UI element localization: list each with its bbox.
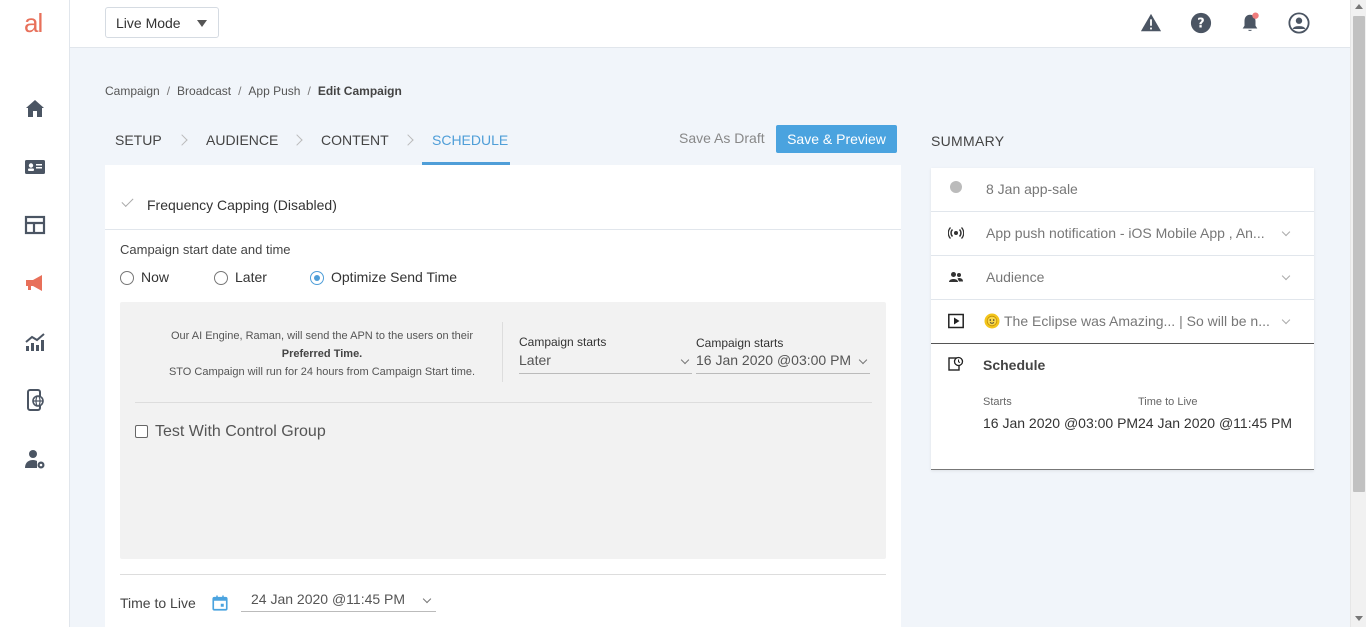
control-group-checkbox[interactable] (135, 425, 148, 438)
sto-line-1: Our AI Engine, Raman, will send the APN … (170, 330, 474, 342)
people-icon (949, 272, 963, 282)
summary-ttl-label: Time to Live (1138, 396, 1198, 408)
sidebar: al (0, 0, 70, 627)
summary-campaign-name: 8 Jan app-sale (986, 181, 1078, 197)
chevron-down-icon (422, 594, 432, 604)
summary-title: SUMMARY (931, 133, 1005, 149)
schedule-card: Frequency Capping (Disabled) Campaign st… (105, 165, 901, 627)
calendar-icon[interactable] (211, 594, 229, 612)
sun-emoji-icon (984, 313, 1000, 329)
chevron-down-icon (680, 355, 690, 365)
page-scrollbar[interactable] (1350, 0, 1366, 627)
frequency-capping-row[interactable]: Frequency Capping (Disabled) (105, 165, 901, 230)
breadcrumb-edit-campaign: Edit Campaign (317, 84, 402, 98)
radio-later-label: Later (235, 269, 267, 285)
summary-card: 8 Jan app-sale App push notification - i… (931, 168, 1314, 470)
chevron-down-icon (1281, 271, 1291, 281)
control-group-label[interactable]: Test With Control Group (155, 423, 326, 441)
bell-icon[interactable] (1239, 12, 1261, 34)
megaphone-icon[interactable] (22, 270, 48, 296)
chevron-right-icon (176, 134, 188, 146)
summary-row-audience[interactable]: Audience (931, 256, 1314, 300)
summary-row-channel[interactable]: App push notification - iOS Mobile App ,… (931, 212, 1314, 256)
brand-logo[interactable]: al (24, 8, 43, 39)
radio-optimize-label: Optimize Send Time (331, 269, 458, 285)
status-dot-icon (950, 181, 962, 193)
mode-select[interactable]: Live Mode (105, 7, 219, 38)
mobile-globe-icon[interactable] (22, 387, 48, 413)
summary-schedule-title: Schedule (983, 357, 1046, 373)
summary-channel: App push notification - iOS Mobile App ,… (986, 225, 1265, 241)
time-to-live-label: Time to Live (120, 595, 196, 611)
scrollbar-thumb[interactable] (1353, 16, 1365, 492)
summary-content-text: The Eclipse was Amazing... | So will be … (1004, 313, 1270, 329)
chevron-right-icon (402, 134, 414, 146)
breadcrumb-broadcast[interactable]: Broadcast (177, 84, 231, 98)
scroll-up-icon[interactable] (1355, 4, 1363, 9)
radio-later-dot (214, 271, 228, 285)
radio-optimize-dot (310, 271, 324, 285)
start-date-label: Campaign start date and time (120, 242, 291, 257)
radio-now-label: Now (141, 269, 170, 285)
campaign-starts-value: Later (519, 352, 551, 368)
tab-schedule[interactable]: SCHEDULE (432, 132, 508, 148)
mode-select-value: Live Mode (116, 15, 181, 31)
summary-row-content[interactable]: The Eclipse was Amazing... | So will be … (931, 300, 1314, 344)
campaign-starts-date-value: 16 Jan 2020 @03:00 PM (696, 352, 852, 368)
trend-chart-icon[interactable] (22, 329, 48, 355)
scroll-down-icon[interactable] (1355, 616, 1363, 621)
campaign-starts-label: Campaign starts (519, 335, 607, 349)
frequency-capping-label: Frequency Capping (Disabled) (147, 197, 337, 213)
optimize-send-time-panel: Our AI Engine, Raman, will send the APN … (120, 302, 886, 559)
chevron-down-icon (1281, 315, 1291, 325)
tab-audience[interactable]: AUDIENCE (206, 132, 278, 148)
play-icon (948, 313, 964, 329)
campaign-starts-date-label: Campaign starts (696, 336, 784, 350)
chevron-right-icon (291, 134, 303, 146)
layout-icon[interactable] (22, 212, 48, 238)
contact-card-icon[interactable] (22, 154, 48, 180)
caret-down-icon (197, 20, 207, 27)
breadcrumb: Campaign / Broadcast / App Push / Edit Campaig… (105, 84, 402, 98)
time-to-live-value: 24 Jan 2020 @11:45 PM (251, 591, 406, 607)
summary-starts-label: Starts (983, 396, 1012, 408)
home-icon[interactable] (22, 96, 48, 122)
breadcrumb-app-push[interactable]: App Push (248, 84, 300, 98)
save-preview-button[interactable]: Save & Preview (776, 125, 897, 153)
breadcrumb-campaign[interactable]: Campaign (105, 84, 160, 98)
summary-content: The Eclipse was Amazing... | So will be … (984, 313, 1270, 329)
sto-description: Our AI Engine, Raman, will send the APN … (137, 327, 507, 381)
campaign-starts-date-select[interactable]: 16 Jan 2020 @03:00 PM (696, 352, 870, 374)
summary-audience: Audience (986, 269, 1045, 285)
time-to-live-select[interactable]: 24 Jan 2020 @11:45 PM (241, 591, 436, 612)
help-icon[interactable]: ? (1190, 12, 1212, 34)
step-tabs: SETUP AUDIENCE CONTENT SCHEDULE (105, 124, 525, 165)
chevron-down-icon (1281, 227, 1291, 237)
campaign-starts-select[interactable]: Later (519, 352, 692, 374)
user-gear-icon[interactable] (22, 446, 48, 472)
summary-row-campaign-name: 8 Jan app-sale (931, 168, 1314, 212)
summary-starts-value: 16 Jan 2020 @03:00 PM (983, 415, 1139, 431)
broadcast-icon (948, 227, 964, 239)
top-bar: Live Mode ? (70, 0, 1350, 48)
summary-ttl-value: 24 Jan 2020 @11:45 PM (1138, 415, 1293, 431)
svg-text:?: ? (1197, 17, 1204, 32)
sto-line-3: STO Campaign will run for 24 hours from … (168, 366, 476, 378)
radio-now-dot (120, 271, 134, 285)
tab-setup[interactable]: SETUP (115, 132, 162, 148)
warning-icon[interactable] (1140, 12, 1162, 34)
tab-content[interactable]: CONTENT (321, 132, 389, 148)
account-icon[interactable] (1288, 12, 1310, 34)
save-as-draft-link[interactable]: Save As Draft (679, 130, 765, 146)
sto-line-2: Preferred Time. (281, 348, 363, 360)
divider (135, 402, 872, 403)
chevron-down-icon (858, 355, 868, 365)
divider (502, 322, 503, 382)
check-icon (121, 194, 134, 208)
schedule-clock-icon (948, 356, 964, 371)
divider (120, 574, 886, 575)
